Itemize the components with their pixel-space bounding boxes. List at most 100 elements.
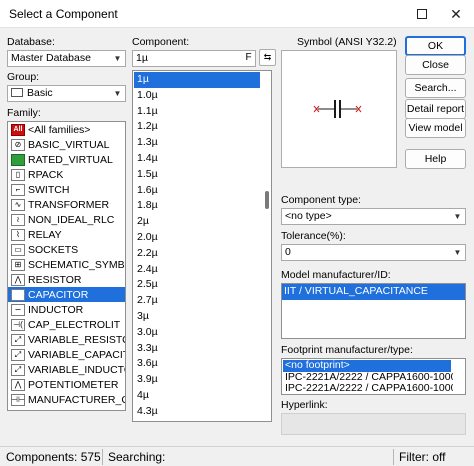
filter-options-button[interactable]: ⇆ [259, 49, 276, 66]
family-item[interactable]: ⋀ POTENTIOMETER [8, 377, 125, 392]
family-item-label: INDUCTOR [28, 303, 84, 316]
component-item[interactable]: 2.4µ [134, 262, 260, 278]
component-item[interactable]: 2.5µ [134, 277, 260, 293]
detail-report-button[interactable]: Detail report [405, 99, 466, 119]
cap-electrolit-icon: ⊣( [11, 318, 25, 331]
component-label: Component: [132, 36, 190, 48]
basic-virtual-icon: ⊘ [11, 138, 25, 151]
component-item[interactable]: 1.4µ [134, 151, 260, 167]
database-select[interactable]: Master Database ▼ [7, 50, 126, 67]
family-item[interactable]: ≀ NON_IDEAL_RLC [8, 212, 125, 227]
close-button[interactable]: Close [405, 55, 466, 75]
search-button[interactable]: Search... [405, 78, 466, 98]
help-button[interactable]: Help [405, 149, 466, 169]
component-item[interactable]: 4.3µ [134, 404, 260, 420]
family-item[interactable]: ⌇ RELAY [8, 227, 125, 242]
component-type-value: <no type> [285, 210, 332, 222]
family-item[interactable]: ⊣⊢MANUFACTURER_CAPA [8, 392, 125, 407]
footprint-item[interactable]: IPC-2221A/2222 / CAPPA1600-1000X600 [283, 383, 453, 394]
component-item[interactable]: 1.6µ [134, 183, 260, 199]
component-item[interactable]: 3.6µ [134, 356, 260, 372]
inductor-icon: ∽ [11, 303, 25, 316]
family-item-label: VARIABLE_RESISTOR [28, 333, 125, 346]
hyperlink-label: Hyperlink: [281, 399, 328, 411]
family-item[interactable]: ▭ SOCKETS [8, 242, 125, 257]
ok-button[interactable]: OK [405, 36, 466, 56]
family-item[interactable]: ⌐ SWITCH [8, 182, 125, 197]
filter-sort-icon: ⇆ [263, 52, 272, 62]
component-item[interactable]: 2.0µ [134, 230, 260, 246]
database-value: Master Database [11, 52, 91, 64]
component-item[interactable]: 1.8µ [134, 198, 260, 214]
family-item[interactable]: RATED_VIRTUAL [8, 152, 125, 167]
component-item[interactable]: 2.2µ [134, 246, 260, 262]
component-item[interactable]: 1.0µ [134, 88, 260, 104]
component-scrollbar[interactable] [263, 71, 271, 421]
component-item[interactable]: 4µ [134, 388, 260, 404]
family-item[interactable]: ∽ INDUCTOR [8, 302, 125, 317]
components-count: Components: 575 [6, 450, 101, 464]
view-model-button[interactable]: View model [405, 118, 466, 138]
footprint-item[interactable]: IPC-2221A/2222 / CAPPA1600-1000X500 [283, 372, 453, 383]
component-item[interactable]: 1.5µ [134, 167, 260, 183]
variable-capacitor-icon: ⤢ [11, 348, 25, 361]
family-item-label: RPACK [28, 168, 64, 181]
component-item[interactable]: 1.1µ [134, 104, 260, 120]
tolerance-select[interactable]: 0 ▼ [281, 244, 466, 261]
variable-resistor-icon: ⤢ [11, 333, 25, 346]
footprint-item[interactable]: <no footprint> [283, 360, 451, 372]
maximize-button[interactable] [405, 0, 439, 28]
rpack-icon: ▯ [11, 168, 25, 181]
family-label: Family: [7, 107, 41, 119]
family-item[interactable]: All <All families> [8, 122, 125, 137]
scrollbar-thumb[interactable] [265, 191, 269, 209]
component-item[interactable]: 1µ [134, 72, 260, 88]
family-item[interactable]: ⊘ BASIC_VIRTUAL [8, 137, 125, 152]
maximize-icon [417, 9, 427, 19]
sockets-icon: ▭ [11, 243, 25, 256]
family-item-label: NON_IDEAL_RLC [28, 213, 115, 226]
group-value: Basic [27, 87, 53, 99]
switch-icon: ⌐ [11, 183, 25, 196]
symbol-preview [281, 50, 397, 168]
component-item[interactable]: 1.2µ [134, 119, 260, 135]
family-item[interactable]: ⊞SCHEMATIC_SYMBOLS [8, 257, 125, 272]
family-item-label: CAP_ELECTROLIT [28, 318, 121, 331]
model-manufacturer-list[interactable]: IIT / VIRTUAL_CAPACITANCE [281, 283, 466, 339]
family-item[interactable]: ⤢VARIABLE_RESISTOR [8, 332, 125, 347]
database-label: Database: [7, 36, 55, 48]
family-item[interactable]: ⊣⊢ CAPACITOR [8, 287, 125, 302]
group-select[interactable]: Basic ▼ [7, 85, 126, 102]
family-item-label: TRANSFORMER [28, 198, 110, 211]
component-item[interactable]: 3.3µ [134, 341, 260, 357]
family-item[interactable]: ⤢VARIABLE_CAPACITOR [8, 347, 125, 362]
footprint-list[interactable]: <no footprint> IPC-2221A/2222 / CAPPA160… [281, 358, 466, 395]
family-item[interactable]: ⊣(CAP_ELECTROLIT [8, 317, 125, 332]
family-item[interactable]: ∿ TRANSFORMER [8, 197, 125, 212]
component-item[interactable]: 1.3µ [134, 135, 260, 151]
family-item[interactable]: ▯ RPACK [8, 167, 125, 182]
component-item[interactable]: 4.7µ [134, 420, 260, 422]
component-item[interactable]: 2µ [134, 214, 260, 230]
tolerance-label: Tolerance(%): [281, 230, 346, 242]
family-item-label: CAPACITOR [28, 288, 89, 301]
component-item[interactable]: 3.0µ [134, 325, 260, 341]
hyperlink-field[interactable] [281, 413, 466, 435]
close-window-button[interactable]: ✕ [439, 0, 473, 28]
schematic-symbols-icon: ⊞ [11, 258, 25, 271]
component-item[interactable]: 2.7µ [134, 293, 260, 309]
non-ideal-rlc-icon: ≀ [11, 213, 25, 226]
family-list[interactable]: All <All families> ⊘ BASIC_VIRTUAL RATED_VIR… [7, 121, 126, 411]
filter-button[interactable]: F [241, 51, 256, 66]
component-search-input[interactable]: 1µ [132, 50, 256, 67]
component-type-select[interactable]: <no type> ▼ [281, 208, 466, 225]
component-list[interactable]: 1µ 1.0µ 1.1µ 1.2µ 1.3µ 1.4µ 1.5µ 1.6µ 1.8µ 2µ 2.0µ… [132, 70, 272, 422]
component-item[interactable]: 3.9µ [134, 372, 260, 388]
family-item-label: SCHEMATIC_SYMBOLS [28, 258, 125, 271]
component-item[interactable]: 3µ [134, 309, 260, 325]
chevron-down-icon: ▼ [453, 248, 462, 257]
model-manufacturer-item[interactable]: IIT / VIRTUAL_CAPACITANCE [282, 284, 465, 300]
rated-virtual-icon [11, 153, 25, 166]
family-item[interactable]: ⤢VARIABLE_INDUCTOR [8, 362, 125, 377]
family-item[interactable]: ⋀ RESISTOR [8, 272, 125, 287]
